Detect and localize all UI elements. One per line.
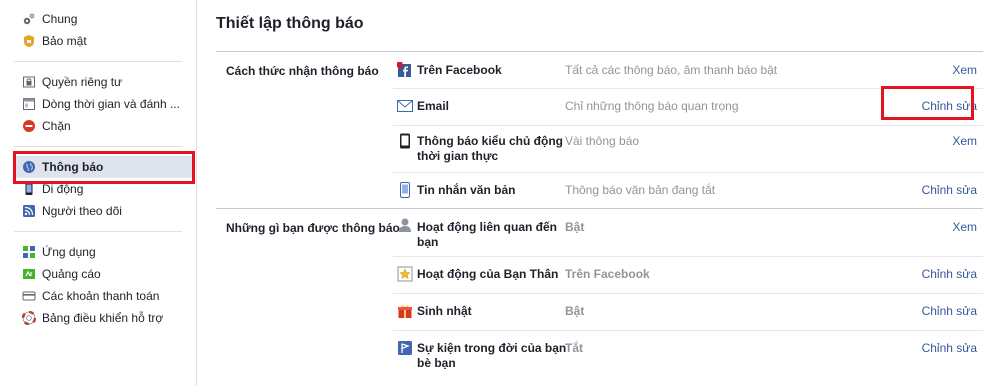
sidebar-item-label: Di động bbox=[42, 182, 84, 196]
sidebar-item-privacy[interactable]: Quyền riêng tư bbox=[14, 71, 196, 93]
gears-icon bbox=[22, 12, 36, 26]
settings-row-activity-about-you: Hoạt động liên quan đến bạn Bật Xem bbox=[393, 209, 983, 257]
settings-row-email: Email Chỉ những thông báo quan trọng Chỉ… bbox=[393, 88, 983, 126]
edit-button[interactable]: Chỉnh sửa bbox=[922, 341, 977, 355]
sidebar-divider bbox=[14, 146, 182, 147]
apps-icon bbox=[22, 245, 36, 259]
row-label: Email bbox=[417, 99, 450, 113]
edit-button[interactable]: Chỉnh sửa bbox=[922, 183, 977, 197]
page-title: Thiết lập thông báo bbox=[216, 15, 364, 32]
sidebar-item-notifications[interactable]: Thông báo bbox=[14, 156, 192, 178]
sidebar-item-label: Người theo dõi bbox=[42, 204, 122, 218]
section-title: Những gì bạn được thông báo bbox=[226, 221, 400, 235]
settings-row-push-notifications: Thông báo kiểu chủ động thời gian thực V… bbox=[393, 125, 983, 173]
rss-icon bbox=[22, 204, 36, 218]
edit-button[interactable]: Chỉnh sửa bbox=[922, 267, 977, 281]
sidebar-item-support-dashboard[interactable]: Bảng điều khiển hỗ trợ bbox=[14, 307, 196, 329]
sidebar-item-label: Các khoản thanh toán bbox=[42, 289, 160, 303]
person-icon bbox=[397, 217, 413, 233]
row-value: Tất cả các thông báo, âm thanh báo bật bbox=[565, 63, 778, 77]
sidebar-item-label: Quảng cáo bbox=[42, 267, 101, 281]
sidebar-divider bbox=[14, 231, 182, 232]
sidebar-group-privacy: Quyền riêng tư Dòng thời gian và đánh ..… bbox=[0, 71, 196, 137]
sidebar-item-ads[interactable]: Quảng cáo bbox=[14, 263, 196, 285]
notification-settings-panel: Thiết lập thông báo Cách thức nhận thông… bbox=[196, 0, 995, 386]
envelope-icon bbox=[397, 98, 413, 114]
row-value: Tắt bbox=[565, 341, 583, 355]
sidebar-item-mobile[interactable]: Di động bbox=[14, 178, 196, 200]
row-value: Bật bbox=[565, 220, 585, 234]
privacy-lock-icon bbox=[22, 75, 36, 89]
sms-phone-icon bbox=[397, 182, 413, 198]
row-value: Trên Facebook bbox=[565, 267, 650, 281]
star-friend-icon bbox=[397, 266, 413, 282]
row-label: Sinh nhật bbox=[417, 304, 472, 318]
settings-row-close-friends-activity: Hoạt động của Bạn Thân Trên Facebook Chỉ… bbox=[393, 256, 983, 294]
sidebar-item-label: Chung bbox=[42, 12, 78, 26]
view-button[interactable]: Xem bbox=[952, 134, 977, 148]
settings-sidebar: Chung Bảo mật Quyền riêng tư Dòng thời g… bbox=[0, 0, 197, 386]
sidebar-item-security[interactable]: Bảo mật bbox=[14, 30, 196, 52]
sidebar-item-label: Chặn bbox=[42, 119, 71, 133]
view-button[interactable]: Xem bbox=[952, 63, 977, 77]
globe-icon bbox=[22, 160, 36, 174]
lifebuoy-icon bbox=[22, 311, 36, 325]
row-value: Vài thông báo bbox=[565, 134, 640, 148]
view-button[interactable]: Xem bbox=[952, 220, 977, 234]
sidebar-item-label: Bảng điều khiển hỗ trợ bbox=[42, 311, 164, 325]
sidebar-item-general[interactable]: Chung bbox=[14, 8, 196, 30]
section-how-you-get-notifications: Cách thức nhận thông báo Trên Facebook T… bbox=[216, 51, 983, 209]
settings-row-on-facebook: Trên Facebook Tất cả các thông báo, âm t… bbox=[393, 52, 983, 89]
row-label: Trên Facebook bbox=[417, 63, 502, 77]
row-label: Hoạt động liên quan đến bạn bbox=[417, 220, 557, 249]
row-value: Bật bbox=[565, 304, 585, 318]
sidebar-item-label: Ứng dụng bbox=[42, 245, 96, 259]
row-label: Sự kiện trong đời của bạn bè bạn bbox=[417, 341, 567, 370]
row-label: Hoạt động của Bạn Thân bbox=[417, 267, 559, 281]
phone-icon bbox=[397, 133, 413, 149]
row-label: Thông báo kiểu chủ động thời gian thực bbox=[417, 134, 563, 163]
sidebar-item-label: Quyền riêng tư bbox=[42, 75, 123, 89]
sidebar-divider bbox=[14, 61, 182, 62]
sidebar-item-payments[interactable]: Các khoản thanh toán bbox=[14, 285, 196, 307]
sidebar-group-general: Chung Bảo mật bbox=[0, 8, 196, 52]
sidebar-group-apps: Ứng dụng Quảng cáo Các khoản thanh toán … bbox=[0, 241, 196, 329]
row-value: Chỉ những thông báo quan trọng bbox=[565, 99, 739, 113]
sidebar-item-label: Dòng thời gian và đánh ... bbox=[42, 97, 180, 111]
mobile-icon bbox=[22, 182, 36, 196]
timeline-icon bbox=[22, 97, 36, 111]
sidebar-item-apps[interactable]: Ứng dụng bbox=[14, 241, 196, 263]
settings-row-text-messages: Tin nhắn văn bản Thông báo văn bản đang … bbox=[393, 172, 983, 209]
facebook-notification-icon bbox=[397, 62, 413, 78]
gift-icon bbox=[397, 303, 413, 319]
edit-button[interactable]: Chỉnh sửa bbox=[922, 304, 977, 318]
sidebar-item-followers[interactable]: Người theo dõi bbox=[14, 200, 196, 222]
row-value: Thông báo văn bản đang tắt bbox=[565, 183, 716, 197]
security-badge-icon bbox=[22, 34, 36, 48]
row-label: Tin nhắn văn bản bbox=[417, 183, 516, 197]
settings-row-friends-life-events: Sự kiện trong đời của bạn bè bạn Tắt Chỉ… bbox=[393, 330, 983, 381]
section-title: Cách thức nhận thông báo bbox=[226, 64, 379, 78]
life-event-flag-icon bbox=[397, 340, 413, 356]
block-icon bbox=[22, 119, 36, 133]
settings-row-birthdays: Sinh nhật Bật Chỉnh sửa bbox=[393, 293, 983, 331]
sidebar-item-blocking[interactable]: Chặn bbox=[14, 115, 196, 137]
section-what-you-get-notified-about: Những gì bạn được thông báo Hoạt động li… bbox=[216, 208, 983, 381]
credit-card-icon bbox=[22, 289, 36, 303]
ads-icon bbox=[22, 267, 36, 281]
sidebar-item-label: Thông báo bbox=[42, 160, 104, 174]
edit-button[interactable]: Chỉnh sửa bbox=[922, 99, 977, 113]
sidebar-item-timeline[interactable]: Dòng thời gian và đánh ... bbox=[14, 93, 196, 115]
sidebar-item-label: Bảo mật bbox=[42, 34, 87, 48]
sidebar-group-notifications: Thông báo Di động Người theo dõi bbox=[0, 156, 196, 222]
